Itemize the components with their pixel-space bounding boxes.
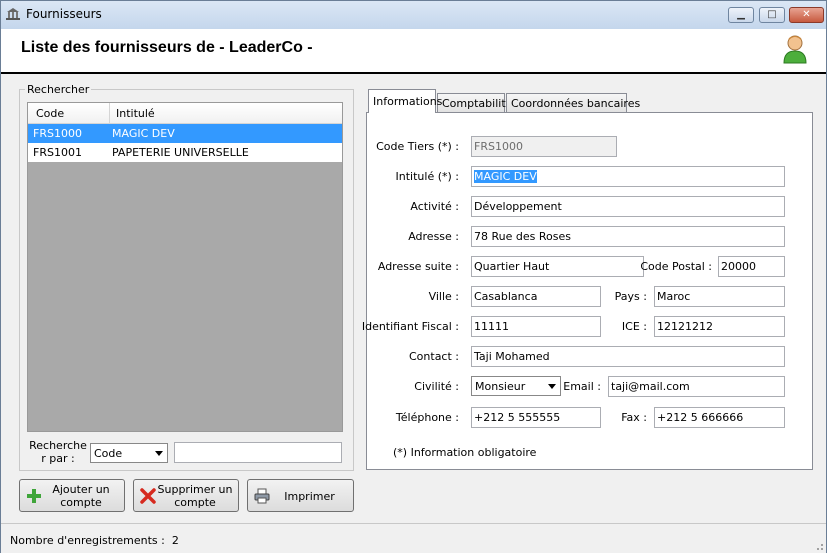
minimize-button[interactable]: ▁ — [728, 7, 754, 23]
column-header-code[interactable]: Code — [36, 107, 64, 120]
cell-intitule: PAPETERIE UNIVERSELLE — [112, 146, 249, 159]
page-title: Liste des fournisseurs de - LeaderCo - — [21, 39, 313, 56]
ville-field[interactable]: Casablanca — [471, 286, 601, 307]
cell-code: FRS1000 — [33, 127, 82, 140]
plus-icon — [27, 489, 41, 503]
cell-code: FRS1001 — [33, 146, 82, 159]
add-account-button[interactable]: Ajouter un compte — [19, 479, 125, 512]
records-count: 2 — [171, 534, 179, 547]
search-by-value: Code — [94, 447, 123, 460]
ice-field[interactable]: 12121212 — [654, 316, 785, 337]
telephone-label: Téléphone : — [395, 411, 459, 424]
email-field[interactable]: taji@mail.com — [608, 376, 785, 397]
grid-header: Code Intitulé — [28, 103, 342, 124]
chevron-down-icon — [155, 451, 163, 456]
code-tiers-field: FRS1000 — [471, 136, 617, 157]
activite-field[interactable]: Développement — [471, 196, 785, 217]
delete-account-label: Supprimer un compte — [157, 483, 233, 509]
activite-label: Activité : — [410, 200, 459, 213]
cell-intitule: MAGIC DEV — [112, 127, 175, 140]
identifiant-fiscal-field[interactable]: 11111 — [471, 316, 601, 337]
pays-label: Pays : — [614, 290, 647, 303]
search-input[interactable] — [174, 442, 342, 463]
code-tiers-label: Code Tiers (*) : — [376, 140, 459, 153]
close-button[interactable]: ✕ — [789, 7, 824, 23]
adresse-field[interactable]: 78 Rue des Roses — [471, 226, 785, 247]
intitule-label: Intitulé (*) : — [395, 170, 459, 183]
page-header: Liste des fournisseurs de - LeaderCo - — [1, 29, 826, 74]
minimize-icon: ▁ — [737, 9, 745, 20]
records-label: Nombre d'enregistrements : — [10, 534, 165, 547]
print-label: Imprimer — [284, 490, 335, 503]
resize-grip-icon[interactable] — [814, 541, 824, 551]
window-title: Fournisseurs — [26, 7, 102, 21]
table-row[interactable]: FRS1000 MAGIC DEV — [28, 124, 342, 143]
add-account-label: Ajouter un compte — [52, 483, 110, 509]
title-bar[interactable]: Fournisseurs ▁ □ ✕ — [1, 1, 826, 29]
column-separator[interactable] — [109, 103, 110, 123]
tab-informations[interactable]: Informations — [368, 89, 442, 113]
maximize-icon: □ — [767, 9, 777, 20]
tab-coordonnees-bancaires[interactable]: Coordonnées bancaires — [506, 93, 640, 112]
print-button[interactable]: Imprimer — [247, 479, 354, 512]
civilite-select[interactable]: Monsieur — [471, 376, 561, 396]
contact-field[interactable]: Taji Mohamed — [471, 346, 785, 367]
search-group-label: Rechercher — [25, 83, 92, 96]
adresse-suite-label: Adresse suite : — [377, 260, 459, 273]
pays-field[interactable]: Maroc — [654, 286, 785, 307]
search-by-label: Recherche r par : — [29, 439, 87, 465]
delete-icon — [140, 488, 156, 504]
user-icon — [783, 35, 807, 64]
delete-account-button[interactable]: Supprimer un compte — [133, 479, 239, 512]
suppliers-grid[interactable]: Code Intitulé FRS1000 MAGIC DEV FRS1001 … — [27, 102, 343, 432]
column-header-intitule[interactable]: Intitulé — [116, 107, 155, 120]
contact-label: Contact : — [409, 350, 459, 363]
telephone-field[interactable]: +212 5 555555 — [471, 407, 601, 428]
civilite-value: Monsieur — [475, 380, 526, 393]
ville-label: Ville : — [428, 290, 459, 303]
adresse-label: Adresse : — [408, 230, 459, 243]
close-icon: ✕ — [802, 9, 811, 20]
records-count-text: Nombre d'enregistrements : 2 — [10, 534, 179, 547]
search-by-select[interactable]: Code — [90, 443, 168, 463]
tab-comptabilite[interactable]: Comptabilité — [437, 93, 512, 112]
table-row[interactable]: FRS1001 PAPETERIE UNIVERSELLE — [28, 143, 342, 162]
adresse-suite-field[interactable]: Quartier Haut — [471, 256, 644, 277]
email-label: Email : — [563, 380, 601, 393]
maximize-button[interactable]: □ — [759, 7, 785, 23]
fournisseurs-window: Fournisseurs ▁ □ ✕ Liste des fournisseur… — [0, 0, 827, 553]
printer-icon — [254, 488, 270, 504]
identifiant-fiscal-label: Identifiant Fiscal : — [361, 320, 459, 333]
required-note: (*) Information obligatoire — [393, 446, 537, 459]
code-postal-label: Code Postal : — [640, 260, 712, 273]
ice-label: ICE : — [621, 320, 647, 333]
chevron-down-icon — [548, 384, 556, 389]
civilite-label: Civilité : — [414, 380, 459, 393]
intitule-field[interactable]: MAGIC DEV — [471, 166, 785, 187]
fax-field[interactable]: +212 5 666666 — [654, 407, 785, 428]
code-postal-field[interactable]: 20000 — [718, 256, 785, 277]
app-icon — [6, 8, 20, 20]
status-bar: Nombre d'enregistrements : 2 — [1, 523, 826, 553]
fax-label: Fax : — [621, 411, 647, 424]
intitule-value: MAGIC DEV — [474, 170, 537, 183]
